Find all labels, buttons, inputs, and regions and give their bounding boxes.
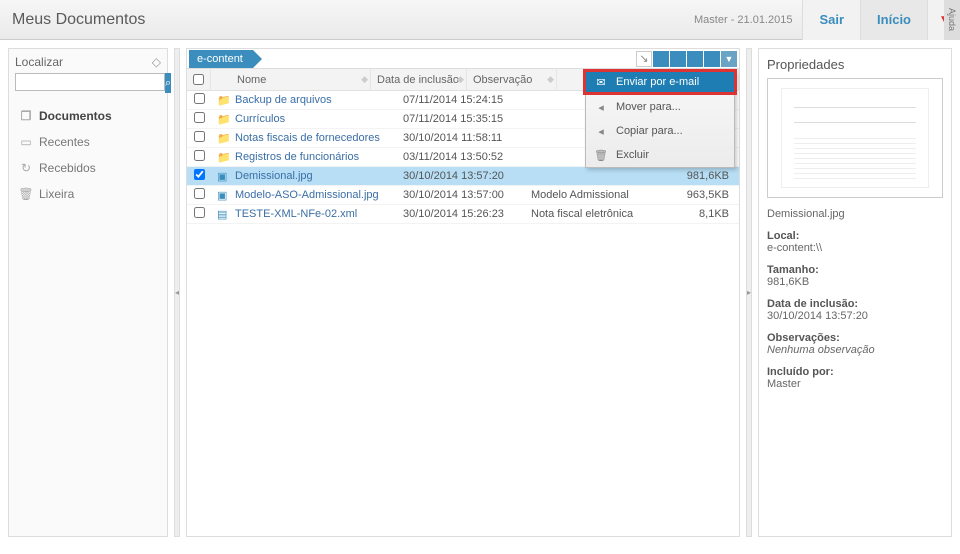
page-title: Meus Documentos xyxy=(12,11,694,29)
sidebar-item-label: Lixeira xyxy=(39,187,74,201)
view-menu-dropdown[interactable]: ▼ xyxy=(721,51,737,67)
menu-delete[interactable]: 🗑Excluir xyxy=(586,143,734,167)
row-name[interactable]: Demissional.jpg xyxy=(229,170,397,182)
col-date[interactable]: Data de inclusão xyxy=(377,74,459,86)
row-date: 30/10/2014 13:57:20 xyxy=(397,170,525,182)
search-icon[interactable]: ↘ xyxy=(636,51,652,67)
prop-obs-value: Nenhuma observação xyxy=(767,344,943,356)
props-collapse-handle[interactable]: ▸ xyxy=(746,48,752,537)
sidebar-item-recentes[interactable]: ▭ Recentes xyxy=(15,129,161,155)
image-file-icon: ▣ xyxy=(217,171,227,183)
refresh-icon[interactable] xyxy=(653,51,669,67)
table-row[interactable]: ▤TESTE-XML-NFe-02.xml30/10/2014 15:26:23… xyxy=(187,205,739,224)
sidebar-item-label: Recebidos xyxy=(39,161,96,175)
mail-icon: ✉ xyxy=(594,76,608,89)
menu-move-to[interactable]: ◂Mover para... xyxy=(586,95,734,119)
col-name[interactable]: Nome xyxy=(237,74,266,86)
sort-icon[interactable]: ◆ xyxy=(547,74,554,85)
col-obs[interactable]: Observação xyxy=(473,74,532,86)
locate-label: Localizar xyxy=(15,55,63,69)
view-tile-icon[interactable] xyxy=(704,51,720,67)
sidebar-item-documentos[interactable]: ❐ Documentos xyxy=(15,103,161,129)
properties-panel: Propriedades Demissional.jpg Local:e-con… xyxy=(758,48,952,537)
breadcrumb: e-content ↘ ▼ xyxy=(187,49,739,69)
docs-icon: ❐ xyxy=(19,109,33,123)
row-obs: Nota fiscal eletrônica xyxy=(525,208,655,220)
row-name[interactable]: Notas fiscais de fornecedores xyxy=(229,132,397,144)
row-checkbox[interactable] xyxy=(194,93,205,104)
sidebar-item-lixeira[interactable]: 🗑 Lixeira xyxy=(15,181,161,207)
row-obs: Modelo Admissional xyxy=(525,189,655,201)
recent-icon: ▭ xyxy=(19,135,33,149)
select-all-checkbox[interactable] xyxy=(193,74,204,85)
prop-by-value: Master xyxy=(767,378,943,390)
row-date: 30/10/2014 11:58:11 xyxy=(397,132,525,144)
top-bar: Meus Documentos Master - 21.01.2015 Sair… xyxy=(0,0,960,40)
row-checkbox[interactable] xyxy=(194,188,205,199)
sidebar: Localizar ◇ ⌕ ❐ Documentos ▭ Recentes ↻ Receb… xyxy=(8,48,168,537)
home-button[interactable]: Início xyxy=(860,0,927,40)
view-grid-icon[interactable] xyxy=(687,51,703,67)
prop-filename: Demissional.jpg xyxy=(767,208,845,220)
row-size: 963,5KB xyxy=(655,189,739,201)
prop-size-label: Tamanho: xyxy=(767,264,943,276)
prop-date-label: Data de inclusão: xyxy=(767,298,943,310)
row-date: 03/11/2014 13:50:52 xyxy=(397,151,525,163)
prop-local-value: e-content:\\ xyxy=(767,242,943,254)
search-button[interactable]: ⌕ xyxy=(165,73,171,93)
table-row[interactable]: ▣Modelo-ASO-Admissional.jpg30/10/2014 13… xyxy=(187,186,739,205)
sidebar-collapse-handle[interactable]: ◂ xyxy=(174,48,180,537)
prop-obs-label: Observações: xyxy=(767,332,943,344)
sidebar-item-label: Documentos xyxy=(39,109,112,123)
sidebar-item-label: Recentes xyxy=(39,135,90,149)
prop-size-value: 981,6KB xyxy=(767,276,943,288)
arrow-left-icon: ◂ xyxy=(594,125,608,138)
row-checkbox[interactable] xyxy=(194,131,205,142)
row-date: 30/10/2014 13:57:00 xyxy=(397,189,525,201)
prop-by-label: Incluído por: xyxy=(767,366,943,378)
menu-copy-to[interactable]: ◂Copiar para... xyxy=(586,119,734,143)
row-date: 07/11/2014 15:35:15 xyxy=(397,113,525,125)
row-name[interactable]: Backup de arquivos xyxy=(229,94,397,106)
prop-date-value: 30/10/2014 13:57:20 xyxy=(767,310,943,322)
file-panel: e-content ↘ ▼ Nome◆ Data de inclusão◆ Ob… xyxy=(186,48,740,537)
search-input[interactable] xyxy=(15,73,165,91)
exit-button[interactable]: Sair xyxy=(802,0,860,40)
row-checkbox[interactable] xyxy=(194,169,205,180)
row-checkbox[interactable] xyxy=(194,112,205,123)
menu-send-email[interactable]: ✉Enviar por e-mail xyxy=(583,69,737,95)
row-size: 981,6KB xyxy=(655,170,739,182)
user-info: Master - 21.01.2015 xyxy=(694,14,792,26)
sort-icon[interactable]: ◆ xyxy=(361,74,368,85)
trash-icon: 🗑 xyxy=(594,149,608,162)
row-checkbox[interactable] xyxy=(194,150,205,161)
xml-file-icon: ▤ xyxy=(217,209,227,221)
row-name[interactable]: Currículos xyxy=(229,113,397,125)
row-name[interactable]: TESTE-XML-NFe-02.xml xyxy=(229,208,397,220)
view-list-icon[interactable] xyxy=(670,51,686,67)
arrow-left-icon: ◂ xyxy=(594,101,608,114)
context-menu: ✉Enviar por e-mail ◂Mover para... ◂Copia… xyxy=(585,71,735,168)
table-row[interactable]: ▣Demissional.jpg30/10/2014 13:57:20 981,6… xyxy=(187,167,739,186)
prop-local-label: Local: xyxy=(767,230,943,242)
trash-icon: 🗑 xyxy=(19,187,33,201)
row-name[interactable]: Registros de funcionários xyxy=(229,151,397,163)
row-date: 07/11/2014 15:24:15 xyxy=(397,94,525,106)
inbox-icon: ↻ xyxy=(19,161,33,175)
help-tab[interactable]: Ajuda xyxy=(944,0,960,40)
properties-title: Propriedades xyxy=(767,57,943,72)
clear-search-icon[interactable]: ◇ xyxy=(152,55,161,69)
image-file-icon: ▣ xyxy=(217,190,227,202)
sidebar-item-recebidos[interactable]: ↻ Recebidos xyxy=(15,155,161,181)
sort-icon[interactable]: ◆ xyxy=(457,74,464,85)
row-size: 8,1KB xyxy=(655,208,739,220)
thumbnail xyxy=(767,78,943,198)
breadcrumb-item[interactable]: e-content xyxy=(189,50,253,68)
row-name[interactable]: Modelo-ASO-Admissional.jpg xyxy=(229,189,397,201)
row-checkbox[interactable] xyxy=(194,207,205,218)
row-date: 30/10/2014 15:26:23 xyxy=(397,208,525,220)
magnifier-icon: ⌕ xyxy=(165,77,171,90)
